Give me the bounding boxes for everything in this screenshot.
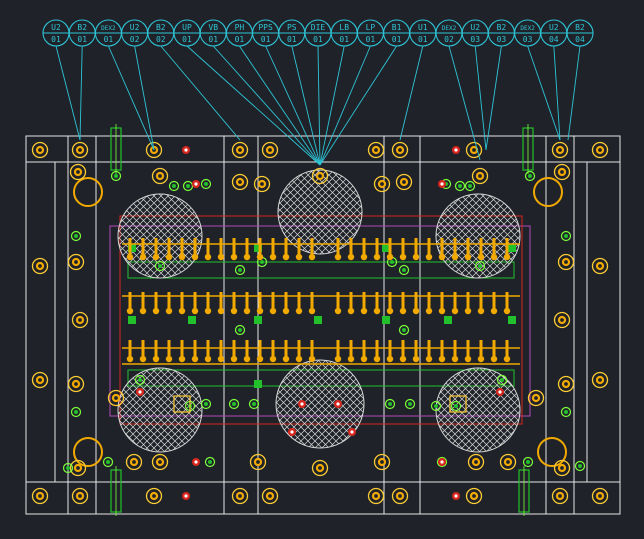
balloon-part-code: U1: [418, 23, 428, 32]
part-balloon[interactable]: DEX2 02: [435, 19, 463, 47]
red-marker[interactable]: [298, 400, 306, 408]
red-marker[interactable]: [348, 428, 356, 436]
red-marker[interactable]: [136, 388, 144, 396]
balloon-item-number: 03: [497, 35, 507, 44]
cad-drawing-canvas[interactable]: U201B201DEX201U202B202UP01VB01PH01PPS01P…: [0, 0, 644, 539]
hatched-clamp-circle[interactable]: [435, 193, 521, 279]
red-marker[interactable]: [452, 146, 460, 154]
red-marker[interactable]: [438, 458, 446, 466]
insert-block[interactable]: [188, 316, 196, 324]
insert-block[interactable]: [508, 316, 516, 324]
balloon-part-code: B2: [575, 23, 585, 32]
insert-block[interactable]: [314, 316, 322, 324]
balloon-part-code: VB: [208, 23, 218, 32]
red-marker[interactable]: [334, 400, 342, 408]
part-balloon[interactable]: U203: [461, 19, 489, 47]
balloon-layer: U201B201DEX201U202B202UP01VB01PH01PPS01P…: [42, 19, 594, 47]
balloon-part-code: U2: [130, 23, 140, 32]
balloon-item-number: 01: [235, 35, 245, 44]
balloon-item-number: 03: [470, 35, 480, 44]
balloon-item-number: 02: [444, 35, 454, 44]
red-marker[interactable]: [452, 492, 460, 500]
balloon-part-code: LP: [366, 23, 376, 32]
hatched-clamp-circle[interactable]: [435, 367, 521, 453]
balloon-part-code: DEX2: [442, 25, 457, 32]
part-balloon[interactable]: DEX2 01: [94, 19, 122, 47]
red-marker[interactable]: [182, 146, 190, 154]
canvas-background: [0, 0, 644, 539]
part-balloon[interactable]: PH 01: [225, 19, 253, 47]
balloon-item-number: 02: [156, 35, 166, 44]
balloon-item-number: 01: [261, 35, 271, 44]
balloon-item-number: 04: [575, 35, 585, 44]
balloon-part-code: DEX2: [520, 25, 535, 32]
part-balloon[interactable]: LB 01: [330, 19, 358, 47]
part-balloon[interactable]: B101: [383, 19, 411, 47]
balloon-item-number: 01: [51, 35, 61, 44]
red-marker[interactable]: [192, 180, 200, 188]
balloon-part-code: PPS: [258, 23, 273, 32]
red-marker[interactable]: [438, 180, 446, 188]
balloon-item-number: 02: [130, 35, 140, 44]
insert-block[interactable]: [254, 380, 262, 388]
balloon-part-code: LB: [339, 23, 349, 32]
part-balloon[interactable]: U204: [540, 19, 568, 47]
balloon-part-code: DIE: [311, 23, 326, 32]
balloon-item-number: 01: [182, 35, 192, 44]
insert-block[interactable]: [128, 316, 136, 324]
part-balloon[interactable]: PS 01: [278, 19, 306, 47]
balloon-item-number: 01: [366, 35, 376, 44]
part-balloon[interactable]: B204: [566, 19, 594, 47]
balloon-part-code: U2: [549, 23, 559, 32]
balloon-item-number: 01: [313, 35, 323, 44]
insert-block[interactable]: [444, 316, 452, 324]
red-marker[interactable]: [182, 492, 190, 500]
balloon-item-number: 01: [104, 35, 114, 44]
part-balloon[interactable]: DIE 01: [304, 19, 332, 47]
balloon-part-code: B2: [497, 23, 507, 32]
balloon-part-code: UP: [182, 23, 192, 32]
balloon-item-number: 04: [549, 35, 559, 44]
balloon-item-number: 01: [418, 35, 428, 44]
insert-block[interactable]: [382, 316, 390, 324]
part-balloon[interactable]: VB 01: [199, 19, 227, 47]
balloon-part-code: U2: [51, 23, 61, 32]
balloon-item-number: 01: [77, 35, 87, 44]
red-marker[interactable]: [496, 388, 504, 396]
part-balloon[interactable]: B203: [487, 19, 515, 47]
balloon-part-code: U2: [470, 23, 480, 32]
part-balloon[interactable]: U201: [42, 19, 70, 47]
part-balloon[interactable]: UP 01: [173, 19, 201, 47]
part-balloon[interactable]: B201: [68, 19, 96, 47]
balloon-item-number: 01: [287, 35, 297, 44]
part-balloon[interactable]: U101: [409, 19, 437, 47]
part-balloon[interactable]: PPS 01: [252, 19, 280, 47]
balloon-part-code: PS: [287, 23, 297, 32]
insert-block[interactable]: [254, 316, 262, 324]
balloon-part-code: PH: [235, 23, 245, 32]
balloon-item-number: 03: [523, 35, 533, 44]
balloon-part-code: B2: [77, 23, 87, 32]
red-marker[interactable]: [192, 458, 200, 466]
part-balloon[interactable]: LP 01: [356, 19, 384, 47]
balloon-part-code: B1: [392, 23, 402, 32]
balloon-item-number: 01: [392, 35, 402, 44]
hatched-clamp-circle[interactable]: [277, 169, 363, 255]
insert-block[interactable]: [508, 244, 516, 252]
balloon-part-code: B2: [156, 23, 166, 32]
part-balloon[interactable]: U202: [121, 19, 149, 47]
balloon-item-number: 01: [339, 35, 349, 44]
part-balloon[interactable]: B202: [147, 19, 175, 47]
balloon-item-number: 01: [208, 35, 218, 44]
balloon-part-code: DEX2: [101, 25, 116, 32]
part-balloon[interactable]: DEX2 03: [514, 19, 542, 47]
red-marker[interactable]: [288, 428, 296, 436]
